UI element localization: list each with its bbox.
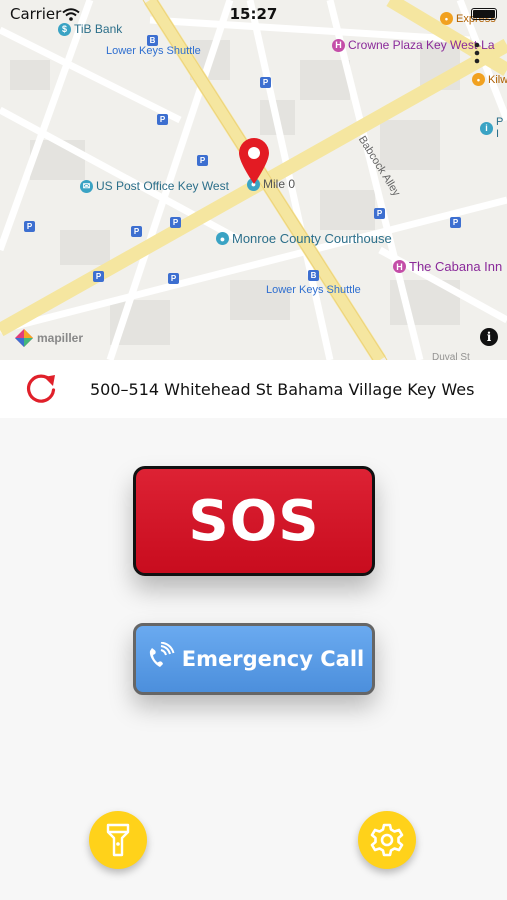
map-logo-text: mapiller [37, 331, 84, 345]
parking-icon: P [170, 217, 181, 228]
poi-lower-keys-shuttle-bottom[interactable]: Lower Keys Shuttle [266, 284, 361, 296]
post-office-icon: ✉ [80, 179, 93, 193]
poi-cabana-inn[interactable]: H The Cabana Inn [393, 259, 502, 274]
info-point-icon: i [480, 121, 493, 135]
parking-icon: P [131, 226, 142, 237]
poi-us-post-office[interactable]: ✉ US Post Office Key West [80, 179, 229, 193]
bus-stop-icon[interactable]: B [308, 270, 319, 281]
poi-monroe-courthouse[interactable]: ● Monroe County Courthouse [216, 231, 392, 246]
info-icon[interactable]: i [480, 328, 498, 346]
poi-kilw[interactable]: • Kilw [472, 73, 507, 86]
poi-label: Lower Keys Shuttle [106, 45, 201, 57]
poi-label: The Cabana Inn [409, 259, 503, 274]
parking-icon: P [260, 77, 271, 88]
battery-icon [471, 8, 497, 20]
parking-icon: P [450, 217, 461, 228]
map-provider-logo: mapiller [14, 328, 83, 348]
parking-icon: P [197, 155, 208, 166]
poi-info-partial[interactable]: i P I [480, 116, 503, 140]
food-icon: • [472, 73, 485, 86]
emergency-call-button[interactable]: Emergency Call [133, 623, 375, 695]
status-time: 15:27 [229, 5, 278, 23]
poi-bottom-right-partial: Duval St [432, 352, 470, 360]
parking-icon: P [93, 271, 104, 282]
landmark-icon: ● [216, 232, 229, 245]
poi-label: Kilw [488, 73, 507, 86]
map-pin-icon[interactable] [237, 137, 271, 190]
poi-crowne-plaza[interactable]: H Crowne Plaza Key West-La [332, 38, 495, 52]
address-text: 500–514 Whitehead St Bahama Village Key … [90, 380, 474, 399]
gear-icon [370, 823, 404, 857]
parking-icon: P [374, 208, 385, 219]
poi-label: I [496, 128, 500, 140]
poi-label: Duval St [432, 352, 470, 360]
emergency-call-label: Emergency Call [181, 647, 365, 671]
sos-label: SOS [188, 488, 320, 554]
hotel-icon: H [393, 260, 406, 273]
poi-label: US Post Office Key West [96, 179, 229, 193]
hotel-icon: H [332, 38, 345, 52]
parking-icon: P [157, 114, 168, 125]
poi-lower-keys-shuttle-top[interactable]: Lower Keys Shuttle [106, 45, 201, 57]
poi-label: P [496, 116, 504, 128]
poi-label: Monroe County Courthouse [232, 231, 392, 246]
map-logo-icon [15, 329, 33, 347]
parking-icon: P [24, 221, 35, 232]
map-view[interactable]: $ TiB Bank B Lower Keys Shuttle H Crowne… [0, 0, 507, 360]
status-bar: Carrier 15:27 [0, 0, 507, 28]
flashlight-icon [106, 823, 130, 857]
flashlight-button[interactable] [89, 811, 147, 869]
poi-label: Crowne Plaza Key West-La [348, 38, 495, 52]
phone-icon [144, 641, 176, 677]
settings-button[interactable] [358, 811, 416, 869]
more-icon[interactable] [474, 42, 480, 69]
parking-icon: P [168, 273, 179, 284]
sos-button[interactable]: SOS [133, 466, 375, 576]
refresh-icon[interactable] [24, 372, 58, 411]
poi-label: Lower Keys Shuttle [266, 284, 361, 296]
